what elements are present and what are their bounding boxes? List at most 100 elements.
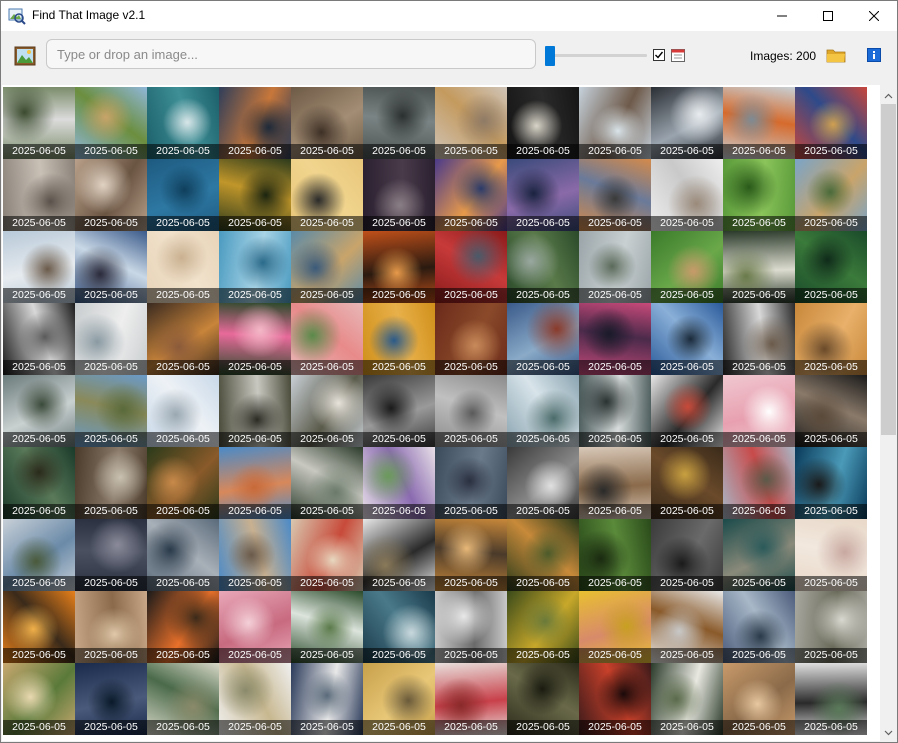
thumbnail-tile[interactable]: 2025-06-05 [507,447,579,519]
thumbnail-tile[interactable]: 2025-06-05 [3,591,75,663]
minimize-button[interactable] [759,1,805,31]
thumbnail-tile[interactable]: 2025-06-05 [651,159,723,231]
thumbnail-tile[interactable]: 2025-06-05 [651,519,723,591]
thumbnail-tile[interactable]: 2025-06-05 [507,87,579,159]
thumbnail-tile[interactable]: 2025-06-05 [291,663,363,735]
thumbnail-tile[interactable]: 2025-06-05 [219,231,291,303]
image-gallery[interactable]: 2025-06-05 2025-06-05 2025-06-05 2025-06-05… [2,85,880,741]
thumbnail-tile[interactable]: 2025-06-05 [507,231,579,303]
thumbnail-tile[interactable]: 2025-06-05 [795,663,867,735]
thumbnail-tile[interactable]: 2025-06-05 [291,231,363,303]
thumbnail-tile[interactable]: 2025-06-05 [435,519,507,591]
thumbnail-tile[interactable]: 2025-06-05 [363,159,435,231]
size-slider[interactable] [545,46,647,66]
thumbnail-tile[interactable]: 2025-06-05 [3,303,75,375]
thumbnail-tile[interactable]: 2025-06-05 [147,159,219,231]
thumbnail-tile[interactable]: 2025-06-05 [435,663,507,735]
thumbnail-tile[interactable]: 2025-06-05 [291,591,363,663]
thumbnail-tile[interactable]: 2025-06-05 [651,87,723,159]
thumbnail-tile[interactable]: 2025-06-05 [435,159,507,231]
search-input[interactable] [46,39,536,69]
thumbnail-tile[interactable]: 2025-06-05 [147,231,219,303]
thumbnail-tile[interactable]: 2025-06-05 [363,231,435,303]
thumbnail-tile[interactable]: 2025-06-05 [651,447,723,519]
thumbnail-tile[interactable]: 2025-06-05 [3,663,75,735]
thumbnail-tile[interactable]: 2025-06-05 [507,663,579,735]
folder-icon[interactable] [826,47,846,63]
thumbnail-tile[interactable]: 2025-06-05 [219,663,291,735]
thumbnail-tile[interactable]: 2025-06-05 [579,87,651,159]
scroll-down-button[interactable] [880,724,897,741]
thumbnail-tile[interactable]: 2025-06-05 [435,447,507,519]
close-button[interactable] [851,1,897,31]
filter-checkbox[interactable] [653,49,665,61]
thumbnail-tile[interactable]: 2025-06-05 [795,519,867,591]
thumbnail-tile[interactable]: 2025-06-05 [147,591,219,663]
thumbnail-tile[interactable]: 2025-06-05 [435,375,507,447]
thumbnail-tile[interactable]: 2025-06-05 [651,231,723,303]
title-bar[interactable]: Find That Image v2.1 [1,1,897,31]
thumbnail-tile[interactable]: 2025-06-05 [795,303,867,375]
thumbnail-tile[interactable]: 2025-06-05 [363,591,435,663]
thumbnail-tile[interactable]: 2025-06-05 [3,87,75,159]
maximize-button[interactable] [805,1,851,31]
thumbnail-tile[interactable]: 2025-06-05 [75,303,147,375]
thumbnail-tile[interactable]: 2025-06-05 [795,375,867,447]
thumbnail-tile[interactable]: 2025-06-05 [363,375,435,447]
thumbnail-tile[interactable]: 2025-06-05 [3,519,75,591]
slider-thumb[interactable] [545,46,555,66]
thumbnail-tile[interactable]: 2025-06-05 [723,231,795,303]
thumbnail-tile[interactable]: 2025-06-05 [3,159,75,231]
thumbnail-tile[interactable]: 2025-06-05 [579,447,651,519]
thumbnail-tile[interactable]: 2025-06-05 [363,303,435,375]
thumbnail-tile[interactable]: 2025-06-05 [507,375,579,447]
thumbnail-tile[interactable]: 2025-06-05 [795,591,867,663]
thumbnail-tile[interactable]: 2025-06-05 [75,519,147,591]
thumbnail-tile[interactable]: 2025-06-05 [291,87,363,159]
thumbnail-tile[interactable]: 2025-06-05 [363,519,435,591]
thumbnail-tile[interactable]: 2025-06-05 [219,375,291,447]
thumbnail-tile[interactable]: 2025-06-05 [579,663,651,735]
thumbnail-tile[interactable]: 2025-06-05 [363,663,435,735]
thumbnail-tile[interactable]: 2025-06-05 [75,231,147,303]
thumbnail-tile[interactable]: 2025-06-05 [723,375,795,447]
thumbnail-tile[interactable]: 2025-06-05 [219,87,291,159]
thumbnail-tile[interactable]: 2025-06-05 [363,87,435,159]
thumbnail-tile[interactable]: 2025-06-05 [651,375,723,447]
thumbnail-tile[interactable]: 2025-06-05 [75,591,147,663]
thumbnail-tile[interactable]: 2025-06-05 [75,375,147,447]
thumbnail-tile[interactable]: 2025-06-05 [75,663,147,735]
thumbnail-tile[interactable]: 2025-06-05 [507,159,579,231]
scrollbar-thumb[interactable] [881,104,896,435]
thumbnail-tile[interactable]: 2025-06-05 [219,447,291,519]
thumbnail-tile[interactable]: 2025-06-05 [723,447,795,519]
thumbnail-tile[interactable]: 2025-06-05 [219,519,291,591]
thumbnail-tile[interactable]: 2025-06-05 [723,159,795,231]
thumbnail-tile[interactable]: 2025-06-05 [579,519,651,591]
vertical-scrollbar[interactable] [880,87,897,741]
thumbnail-tile[interactable]: 2025-06-05 [507,519,579,591]
image-icon[interactable] [14,46,36,66]
thumbnail-tile[interactable]: 2025-06-05 [795,231,867,303]
thumbnail-tile[interactable]: 2025-06-05 [147,375,219,447]
thumbnail-tile[interactable]: 2025-06-05 [219,303,291,375]
thumbnail-tile[interactable]: 2025-06-05 [579,591,651,663]
thumbnail-tile[interactable]: 2025-06-05 [579,303,651,375]
thumbnail-tile[interactable]: 2025-06-05 [579,375,651,447]
thumbnail-tile[interactable]: 2025-06-05 [507,303,579,375]
thumbnail-tile[interactable]: 2025-06-05 [3,447,75,519]
thumbnail-tile[interactable]: 2025-06-05 [147,519,219,591]
thumbnail-tile[interactable]: 2025-06-05 [579,231,651,303]
calendar-icon[interactable] [671,48,685,62]
thumbnail-tile[interactable]: 2025-06-05 [75,159,147,231]
thumbnail-tile[interactable]: 2025-06-05 [291,159,363,231]
thumbnail-tile[interactable]: 2025-06-05 [219,159,291,231]
thumbnail-tile[interactable]: 2025-06-05 [795,447,867,519]
thumbnail-tile[interactable]: 2025-06-05 [75,87,147,159]
thumbnail-tile[interactable]: 2025-06-05 [651,663,723,735]
thumbnail-tile[interactable]: 2025-06-05 [579,159,651,231]
thumbnail-tile[interactable]: 2025-06-05 [291,375,363,447]
thumbnail-tile[interactable]: 2025-06-05 [723,591,795,663]
thumbnail-tile[interactable]: 2025-06-05 [363,447,435,519]
thumbnail-tile[interactable]: 2025-06-05 [435,591,507,663]
